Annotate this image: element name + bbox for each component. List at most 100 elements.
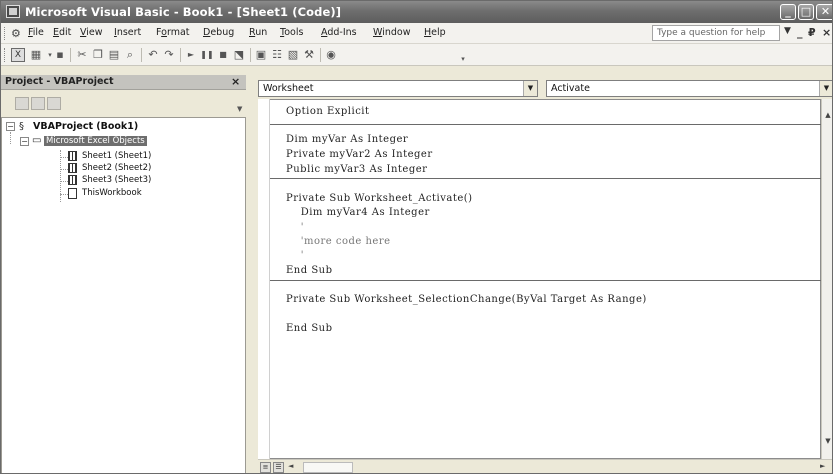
toolbar-separator bbox=[141, 48, 142, 62]
worksheet-icon bbox=[68, 175, 77, 185]
object-browser-icon[interactable]: ▧ bbox=[286, 48, 300, 62]
help-dropdown-arrow[interactable]: ▼ bbox=[784, 26, 791, 36]
object-combo-value: Worksheet bbox=[263, 83, 314, 94]
procedure-view-button[interactable]: ≡ bbox=[260, 462, 271, 473]
menu-run[interactable]: Run bbox=[249, 27, 267, 38]
menu-format[interactable]: Format bbox=[156, 27, 190, 38]
code-line[interactable]: Dim myVar As Integer bbox=[286, 134, 408, 145]
copy-icon[interactable]: ❐ bbox=[91, 48, 105, 62]
procedure-combo-value: Activate bbox=[551, 83, 590, 94]
help-question-input[interactable]: Type a question for help bbox=[652, 25, 780, 41]
toolbar-separator bbox=[250, 48, 251, 62]
project-icon: § bbox=[19, 121, 24, 132]
project-tree: − § VBAProject (Book1) − ▭ Microsoft Exc… bbox=[1, 117, 246, 473]
module-icon[interactable]: ⚙ bbox=[11, 27, 24, 40]
code-comment-line[interactable]: ' bbox=[286, 222, 304, 233]
reset-icon[interactable]: ■ bbox=[216, 48, 230, 62]
properties-window-icon[interactable]: ☷ bbox=[270, 48, 284, 62]
code-line[interactable]: Private Sub Worksheet_Activate() bbox=[286, 193, 473, 204]
tree-label-sheet1: Sheet1 (Sheet1) bbox=[82, 151, 152, 161]
procedure-combo[interactable]: Activate ▼ bbox=[546, 80, 832, 97]
collapse-icon[interactable]: − bbox=[6, 122, 15, 131]
design-mode-icon[interactable]: ⬔ bbox=[232, 48, 246, 62]
object-combo[interactable]: Worksheet ▼ bbox=[258, 80, 538, 97]
insert-module-icon[interactable]: ▦ bbox=[29, 48, 43, 62]
menu-bar: ⚙ File Edit View Insert Format Debug Run… bbox=[1, 23, 832, 44]
doc-minimize-button[interactable]: _ bbox=[797, 26, 803, 39]
help-icon[interactable]: ◉ bbox=[324, 48, 338, 62]
toolbar-options-icon[interactable]: ▾ bbox=[456, 52, 470, 66]
tree-label-sheet2: Sheet2 (Sheet2) bbox=[82, 163, 152, 173]
toggle-folders-icon[interactable] bbox=[47, 97, 61, 110]
menu-add-ins[interactable]: Add-Ins bbox=[321, 27, 357, 38]
procedure-separator bbox=[270, 178, 821, 179]
project-pane-scroll-arrow[interactable]: ▼ bbox=[237, 105, 242, 113]
code-comment-line[interactable]: ' bbox=[286, 250, 304, 261]
run-icon[interactable]: ► bbox=[184, 48, 198, 62]
collapse-icon[interactable]: − bbox=[20, 137, 29, 146]
menu-insert[interactable]: Insert bbox=[114, 27, 141, 38]
toolbar-separator bbox=[70, 48, 71, 62]
menu-tools[interactable]: Tools bbox=[280, 27, 303, 38]
scroll-left-arrow[interactable]: ◄ bbox=[288, 462, 298, 473]
doc-close-button[interactable]: × bbox=[822, 26, 831, 39]
workbook-icon bbox=[68, 188, 77, 199]
save-icon[interactable]: ▪ bbox=[53, 48, 67, 62]
code-vertical-scrollbar[interactable]: ▲ ▼ bbox=[821, 99, 832, 459]
redo-icon[interactable]: ↷ bbox=[162, 48, 176, 62]
code-horizontal-scrollbar[interactable]: ≡ ☰ ◄ ► bbox=[258, 459, 832, 473]
title-bar[interactable]: Microsoft Visual Basic - Book1 - [Sheet1… bbox=[1, 1, 832, 23]
project-pane-header: Project - VBAProject × bbox=[1, 75, 246, 90]
view-object-icon[interactable] bbox=[31, 97, 45, 110]
project-explorer-icon[interactable]: ▣ bbox=[254, 48, 268, 62]
scroll-right-arrow[interactable]: ► bbox=[820, 462, 830, 473]
code-line[interactable]: Public myVar3 As Integer bbox=[286, 164, 427, 175]
project-pane-toolbar: ▼ bbox=[1, 91, 246, 117]
code-margin-indicator-bar[interactable] bbox=[258, 99, 270, 459]
window-title: Microsoft Visual Basic - Book1 - [Sheet1… bbox=[25, 5, 342, 19]
code-comment-line[interactable]: 'more code here bbox=[286, 236, 391, 247]
code-line[interactable]: End Sub bbox=[286, 265, 333, 276]
toolbar-grip[interactable] bbox=[4, 48, 7, 62]
vbe-app-icon[interactable] bbox=[6, 5, 20, 18]
procedure-combo-arrow[interactable]: ▼ bbox=[819, 81, 832, 96]
scroll-up-arrow[interactable]: ▲ bbox=[822, 109, 832, 121]
menu-help[interactable]: Help bbox=[424, 27, 446, 38]
horizontal-scroll-thumb[interactable] bbox=[303, 462, 353, 473]
code-line[interactable]: Private myVar2 As Integer bbox=[286, 149, 433, 160]
toolbar-separator bbox=[180, 48, 181, 62]
tree-label-sheet3: Sheet3 (Sheet3) bbox=[82, 175, 152, 185]
close-button[interactable]: ✕ bbox=[816, 4, 832, 20]
menu-file[interactable]: File bbox=[28, 27, 44, 38]
break-icon[interactable]: ❚❚ bbox=[200, 48, 214, 62]
undo-icon[interactable]: ↶ bbox=[146, 48, 160, 62]
menu-debug[interactable]: Debug bbox=[203, 27, 234, 38]
find-icon[interactable]: ⌕ bbox=[123, 48, 137, 62]
standard-toolbar: X ▦ ▾ ▪ ✂ ❐ ▤ ⌕ ↶ ↷ ► ❚❚ ■ ⬔ ▣ ☷ ▧ ⚒ ◉ ▾ bbox=[1, 44, 832, 66]
cut-icon[interactable]: ✂ bbox=[75, 48, 89, 62]
view-excel-icon[interactable]: X bbox=[11, 48, 25, 62]
toolbar-separator bbox=[320, 48, 321, 62]
project-pane-close-button[interactable]: × bbox=[231, 75, 240, 88]
maximize-button[interactable]: □ bbox=[798, 4, 814, 20]
toolbox-icon[interactable]: ⚒ bbox=[302, 48, 316, 62]
scroll-down-arrow[interactable]: ▼ bbox=[822, 435, 832, 447]
menu-window[interactable]: Window bbox=[373, 27, 410, 38]
full-module-view-button[interactable]: ☰ bbox=[273, 462, 284, 473]
paste-icon[interactable]: ▤ bbox=[107, 48, 121, 62]
menu-view[interactable]: View bbox=[80, 27, 103, 38]
minimize-button[interactable]: _ bbox=[780, 4, 796, 20]
folder-icon: ▭ bbox=[32, 135, 42, 146]
code-line[interactable]: End Sub bbox=[286, 323, 333, 334]
menu-edit[interactable]: Edit bbox=[53, 27, 71, 38]
menubar-grip[interactable] bbox=[4, 27, 7, 40]
vbe-window: Microsoft Visual Basic - Book1 - [Sheet1… bbox=[0, 0, 833, 474]
object-combo-arrow[interactable]: ▼ bbox=[523, 81, 537, 96]
view-code-icon[interactable] bbox=[15, 97, 29, 110]
code-line[interactable]: Private Sub Worksheet_SelectionChange(By… bbox=[286, 294, 647, 305]
worksheet-icon bbox=[68, 163, 77, 173]
code-line[interactable]: Dim myVar4 As Integer bbox=[286, 207, 430, 218]
code-line[interactable]: Option Explicit bbox=[286, 106, 370, 117]
doc-restore-button[interactable]: ₽ bbox=[808, 26, 816, 39]
project-pane-title: Project - VBAProject bbox=[5, 76, 114, 87]
